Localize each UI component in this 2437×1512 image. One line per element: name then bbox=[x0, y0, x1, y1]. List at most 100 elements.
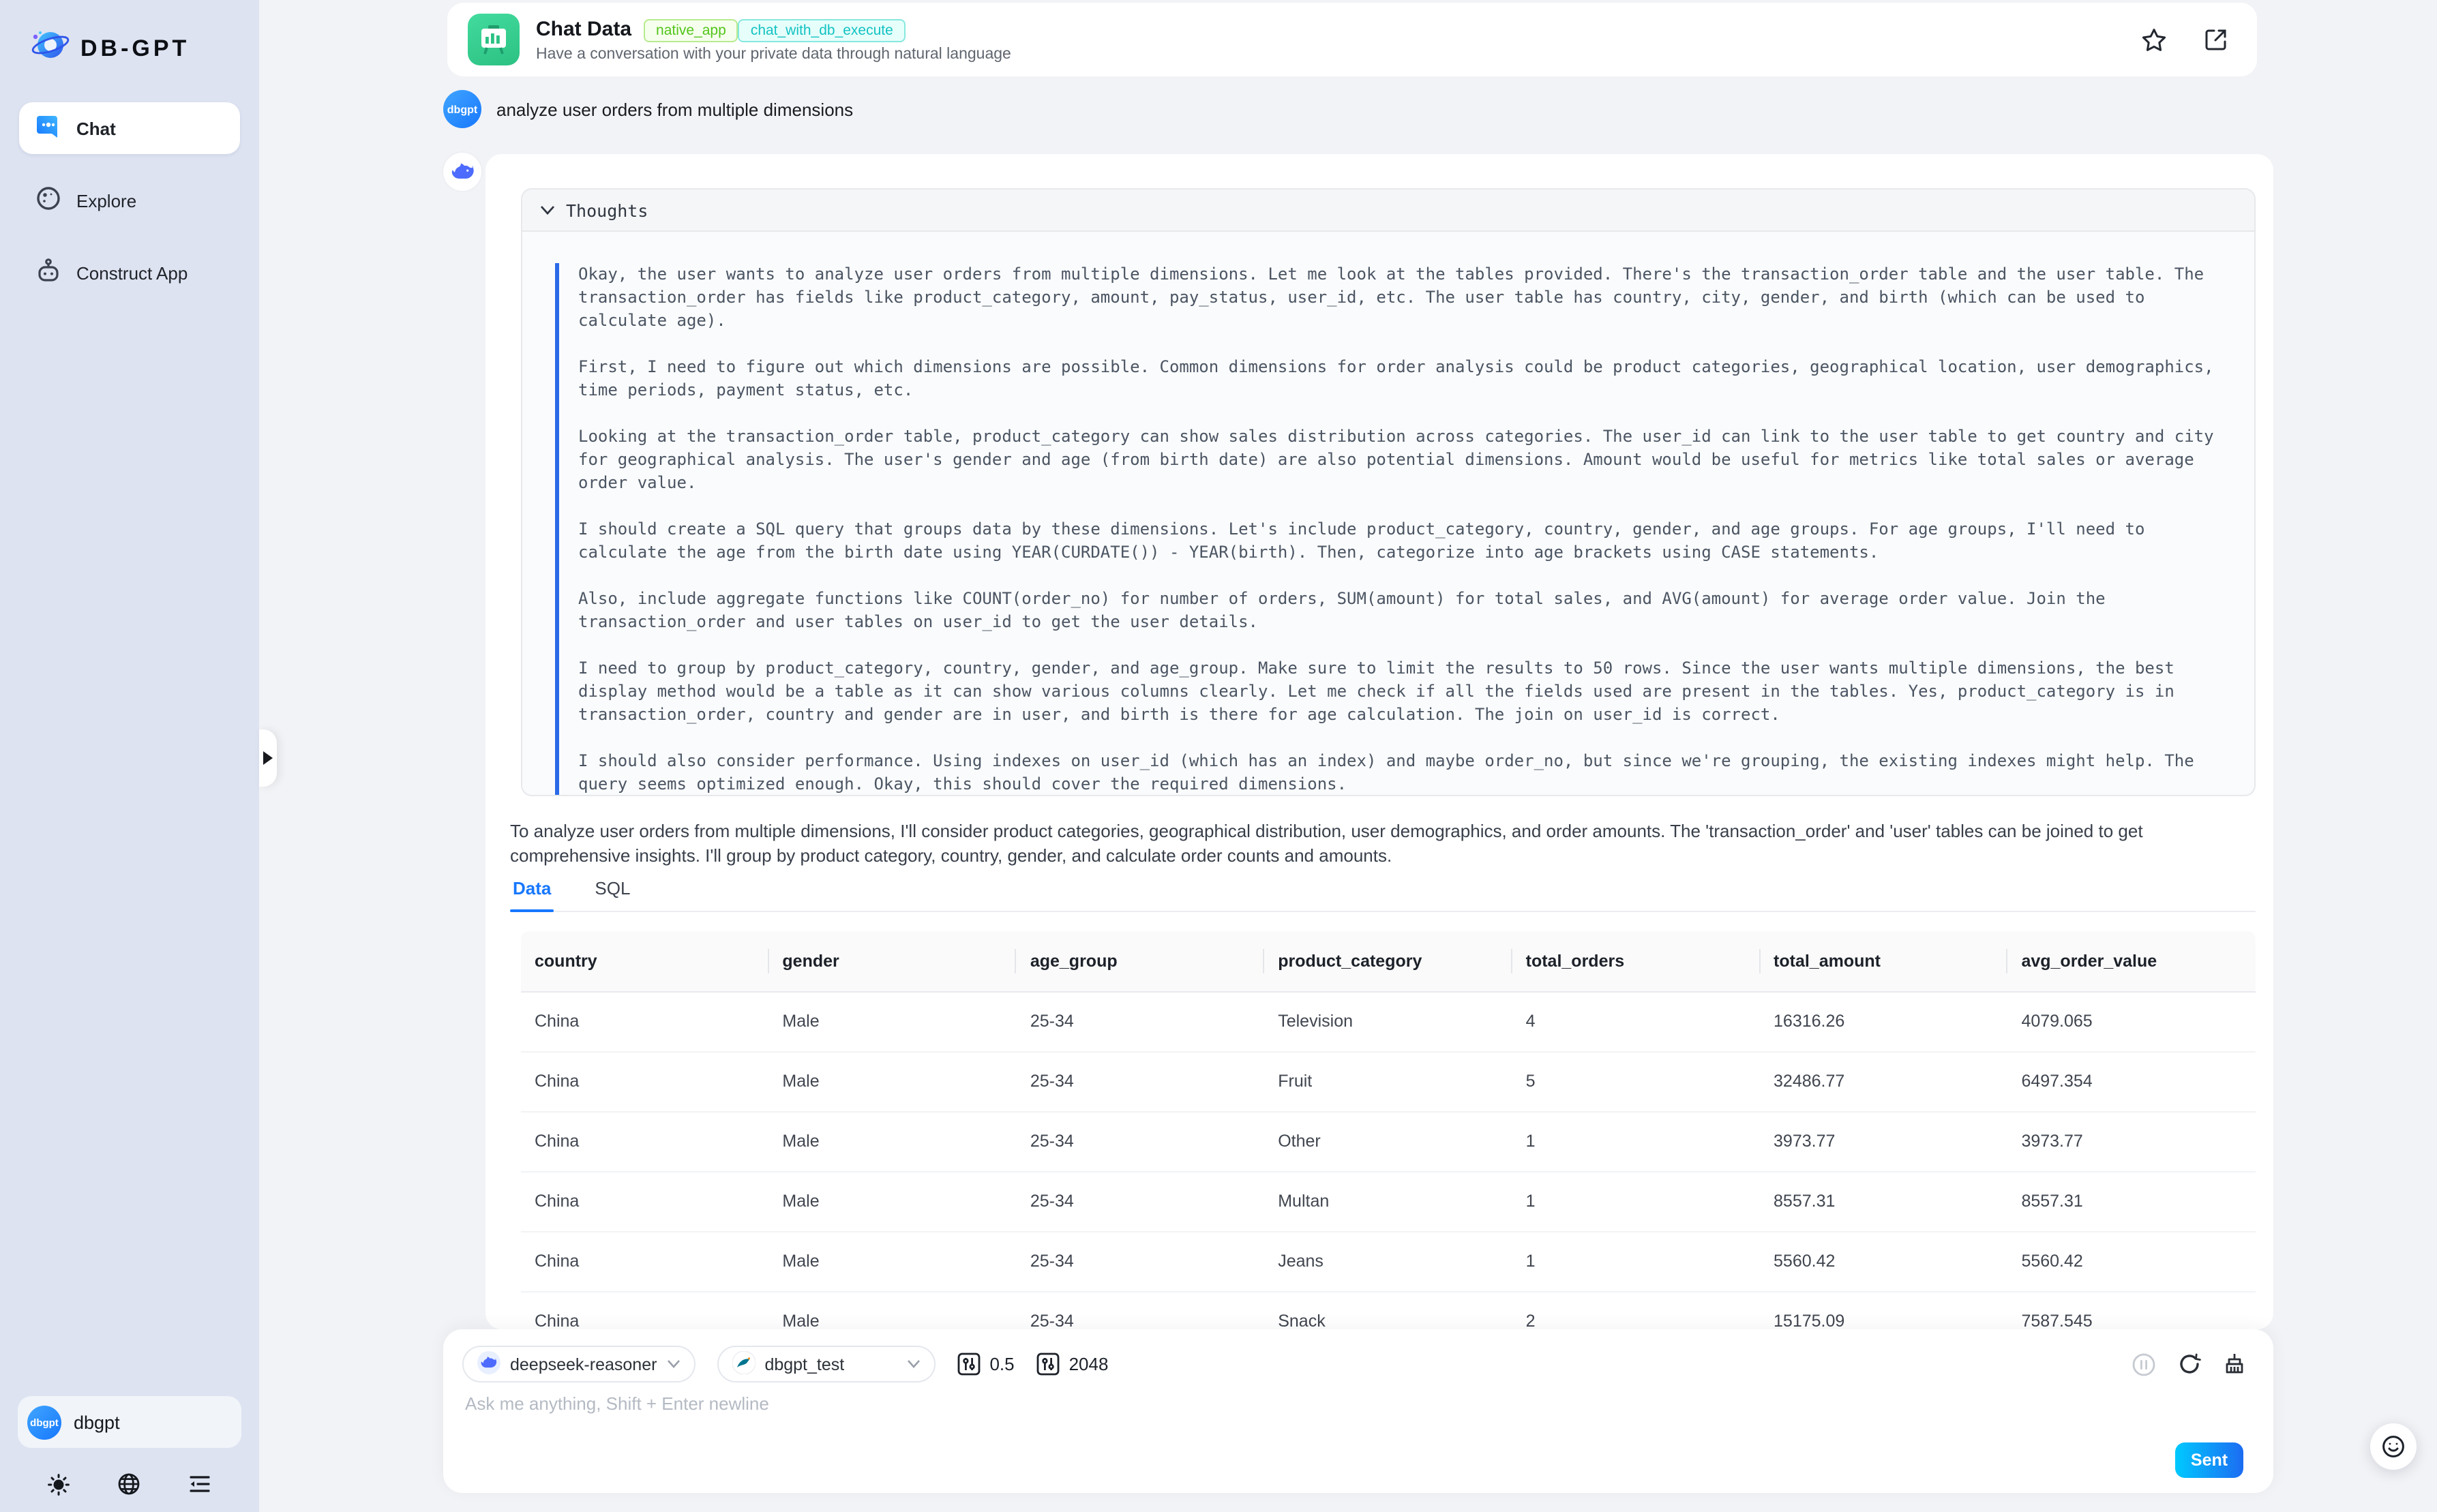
send-button[interactable]: Sent bbox=[2175, 1442, 2243, 1478]
language-globe-icon[interactable] bbox=[117, 1472, 140, 1496]
user-message-avatar: dbgpt bbox=[443, 90, 481, 128]
table-cell: 25-34 bbox=[1017, 991, 1264, 1051]
badges: native_appchat_with_db_execute bbox=[644, 16, 906, 41]
table-cell: 6497.354 bbox=[2007, 1051, 2256, 1111]
table-row: ChinaMale25-34Snack215175.097587.545 bbox=[521, 1291, 2256, 1329]
sidebar-bottom: dbgpt dbgpt bbox=[0, 1396, 259, 1512]
table-cell: Television bbox=[1264, 991, 1512, 1051]
column-header-country: country bbox=[521, 931, 768, 991]
mysql-db-icon bbox=[732, 1350, 755, 1378]
table-cell: Male bbox=[768, 1111, 1016, 1171]
column-header-product_category: product_category bbox=[1264, 931, 1512, 991]
topbar-actions bbox=[2133, 19, 2237, 60]
column-header-total_amount: total_amount bbox=[1760, 931, 2007, 991]
column-header-total_orders: total_orders bbox=[1512, 931, 1760, 991]
collapse-sidebar-icon[interactable] bbox=[188, 1472, 211, 1496]
table-cell: 5560.42 bbox=[2007, 1231, 2256, 1291]
smiley-icon bbox=[2381, 1434, 2406, 1459]
tab-sql[interactable]: SQL bbox=[592, 875, 633, 911]
thoughts-header[interactable]: Thoughts bbox=[522, 190, 2254, 232]
composer-actions bbox=[2132, 1352, 2246, 1376]
thought-paragraph: I need to group by product_category, cou… bbox=[578, 657, 2222, 727]
table-cell: 1 bbox=[1512, 1171, 1760, 1231]
clear-chat-broom-icon[interactable] bbox=[2223, 1352, 2246, 1376]
table-cell: 3973.77 bbox=[1760, 1111, 2007, 1171]
composer-toolbar: deepseek-reasoner dbgpt_test bbox=[443, 1329, 2273, 1382]
thoughts-panel: Thoughts Okay, the user wants to analyze… bbox=[521, 188, 2256, 796]
thoughts-title: Thoughts bbox=[566, 200, 648, 220]
sliders-icon bbox=[957, 1352, 980, 1376]
feedback-smiley-button[interactable] bbox=[2370, 1423, 2417, 1470]
table-cell: 25-34 bbox=[1017, 1171, 1264, 1231]
chat-data-app-icon bbox=[468, 14, 520, 65]
column-header-avg_order_value: avg_order_value bbox=[2007, 931, 2256, 991]
table-row: ChinaMale25-34Jeans15560.425560.42 bbox=[521, 1231, 2256, 1291]
sidebar-expand-handle[interactable] bbox=[259, 729, 277, 787]
tab-data[interactable]: Data bbox=[510, 875, 554, 911]
sidebar-item-label: Chat bbox=[76, 118, 116, 138]
table-cell: 1 bbox=[1512, 1231, 1760, 1291]
user-message-text: analyze user orders from multiple dimens… bbox=[496, 99, 853, 119]
thoughts-body: Okay, the user wants to analyze user ord… bbox=[522, 232, 2254, 795]
assistant-whale-avatar bbox=[443, 153, 481, 191]
table-cell: 25-34 bbox=[1017, 1051, 1264, 1111]
dbgpt-logo-icon bbox=[30, 25, 71, 72]
logo: DB-GPT bbox=[30, 25, 259, 72]
sidebar-item-label: Explore bbox=[76, 190, 136, 211]
table-cell: 16316.26 bbox=[1760, 991, 2007, 1051]
pause-icon[interactable] bbox=[2132, 1352, 2156, 1376]
deepseek-whale-icon bbox=[477, 1350, 500, 1378]
chat-input[interactable] bbox=[465, 1393, 1897, 1451]
share-export-icon[interactable] bbox=[2196, 19, 2237, 60]
table-cell: 15175.09 bbox=[1760, 1291, 2007, 1329]
db-selector[interactable]: dbgpt_test bbox=[717, 1346, 935, 1382]
user-card[interactable]: dbgpt dbgpt bbox=[18, 1396, 241, 1448]
table-cell: China bbox=[521, 1231, 768, 1291]
table-cell: 8557.31 bbox=[1760, 1171, 2007, 1231]
main-area: Chat Data native_appchat_with_db_execute… bbox=[259, 0, 2437, 1512]
table-cell: 5560.42 bbox=[1760, 1231, 2007, 1291]
user-message-row: dbgpt analyze user orders from multiple … bbox=[443, 90, 853, 128]
page-title: Chat Data bbox=[536, 17, 631, 40]
theme-sun-icon[interactable] bbox=[48, 1473, 70, 1495]
sidebar-item-chat[interactable]: Chat bbox=[19, 102, 240, 154]
table-cell: 3973.77 bbox=[2007, 1111, 2256, 1171]
table-cell: Male bbox=[768, 1171, 1016, 1231]
badge-chat_with_db_execute: chat_with_db_execute bbox=[738, 18, 906, 42]
chevron-down-icon bbox=[540, 205, 555, 215]
logo-text: DB-GPT bbox=[80, 35, 190, 62]
topbar: Chat Data native_appchat_with_db_execute… bbox=[447, 3, 2257, 76]
badge-native_app: native_app bbox=[644, 18, 738, 42]
table-cell: China bbox=[521, 1171, 768, 1231]
thought-paragraph: I should create a SQL query that groups … bbox=[578, 518, 2222, 564]
app-subtitle: Have a conversation with your private da… bbox=[536, 46, 1011, 63]
thought-paragraph: Looking at the transaction_order table, … bbox=[578, 425, 2222, 495]
result-table: countrygenderage_groupproduct_categoryto… bbox=[521, 931, 2256, 1329]
thought-paragraph: First, I need to figure out which dimens… bbox=[578, 356, 2222, 402]
assistant-message-bubble: Thoughts Okay, the user wants to analyze… bbox=[485, 154, 2273, 1329]
sidebar-item-construct-app[interactable]: Construct App bbox=[19, 247, 240, 299]
sidebar-item-explore[interactable]: Explore bbox=[19, 175, 240, 226]
robot-icon bbox=[35, 258, 61, 288]
sliders-icon bbox=[1036, 1352, 1060, 1376]
user-name: dbgpt bbox=[74, 1412, 120, 1432]
chevron-down-icon bbox=[906, 1359, 920, 1369]
table-cell: 8557.31 bbox=[2007, 1171, 2256, 1231]
table-cell: Male bbox=[768, 1051, 1016, 1111]
regenerate-icon[interactable] bbox=[2178, 1352, 2201, 1376]
thought-paragraph: Okay, the user wants to analyze user ord… bbox=[578, 263, 2222, 333]
temperature-control[interactable]: 0.5 bbox=[957, 1352, 1014, 1376]
table-cell: China bbox=[521, 991, 768, 1051]
table-cell: China bbox=[521, 1111, 768, 1171]
explore-planet-icon bbox=[35, 185, 61, 215]
sidebar-nav: Chat Explore bbox=[0, 102, 259, 319]
sidebar-item-label: Construct App bbox=[76, 262, 188, 283]
model-selector-value: deepseek-reasoner bbox=[510, 1355, 657, 1374]
chevron-down-icon bbox=[666, 1359, 680, 1369]
model-selector[interactable]: deepseek-reasoner bbox=[462, 1346, 695, 1382]
favorite-star-icon[interactable] bbox=[2133, 19, 2174, 60]
assistant-summary: To analyze user orders from multiple dim… bbox=[510, 819, 2241, 867]
table-cell: 25-34 bbox=[1017, 1231, 1264, 1291]
table-cell: 7587.545 bbox=[2007, 1291, 2256, 1329]
max-tokens-control[interactable]: 2048 bbox=[1036, 1352, 1109, 1376]
